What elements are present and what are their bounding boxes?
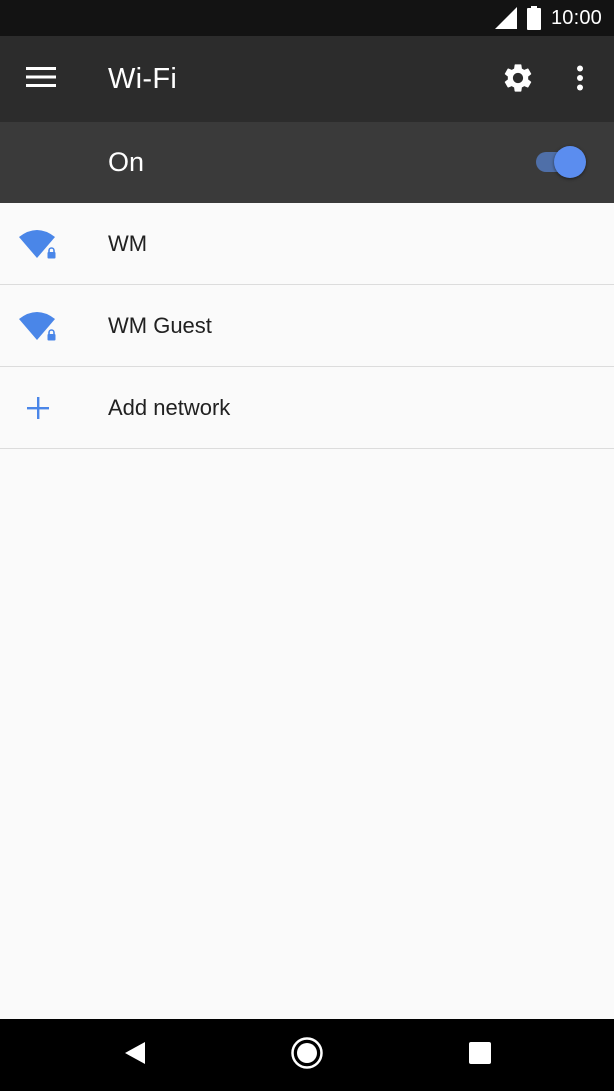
add-network-item[interactable]: Add network [0, 367, 614, 449]
battery-icon [526, 6, 541, 30]
network-name: WM [108, 231, 148, 256]
toggle-thumb [554, 146, 586, 178]
plus-icon [16, 388, 60, 428]
settings-button[interactable] [496, 58, 540, 102]
list-item[interactable]: WM [0, 203, 614, 285]
gear-icon [501, 61, 535, 100]
app-bar: Wi-Fi [0, 36, 614, 122]
menu-icon [26, 66, 56, 93]
more-vert-icon [576, 65, 584, 96]
status-bar: 10:00 [0, 0, 614, 36]
add-network-label: Add network [108, 395, 231, 420]
recents-button[interactable] [458, 1033, 502, 1077]
network-list: WM WM Guest Add network [0, 203, 614, 449]
recents-icon [469, 1041, 491, 1069]
wifi-toggle[interactable] [534, 144, 588, 180]
list-item[interactable]: WM Guest [0, 285, 614, 367]
status-time: 10:00 [550, 6, 602, 29]
back-icon [124, 1041, 146, 1070]
navigation-bar [0, 1019, 614, 1091]
signal-icon [494, 7, 517, 29]
back-button[interactable] [113, 1033, 157, 1077]
wifi-master-switch-bar[interactable]: On [0, 122, 614, 203]
wifi-locked-icon [16, 224, 60, 264]
menu-button[interactable] [16, 58, 66, 100]
home-button[interactable] [285, 1033, 329, 1077]
page-title: Wi-Fi [108, 63, 178, 95]
home-icon [290, 1036, 324, 1075]
network-name: WM Guest [108, 313, 212, 338]
wifi-switch-label: On [108, 147, 145, 177]
wifi-locked-icon [16, 306, 60, 346]
more-options-button[interactable] [564, 58, 596, 102]
